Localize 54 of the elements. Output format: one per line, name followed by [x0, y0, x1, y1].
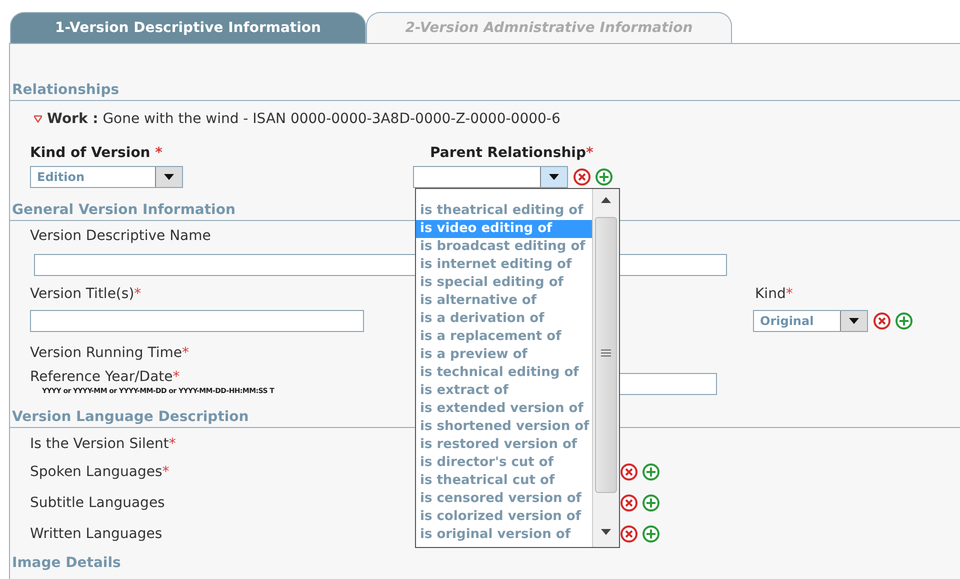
text-field[interactable]	[30, 310, 364, 332]
remove-icon[interactable]	[620, 525, 638, 543]
grip-icon	[601, 349, 611, 357]
tab[interactable]: 2-Version Admnistrative Information	[366, 12, 732, 43]
add-icon[interactable]	[642, 494, 660, 512]
scroll-down-icon[interactable]	[601, 529, 611, 535]
work-info: Work : Gone with the wind - ISAN 0000-0000-3A8D-0000-Z-0000-0000-6	[47, 111, 560, 127]
remove-icon[interactable]	[620, 463, 638, 481]
dropdown-option[interactable]: is broadcast editing of	[416, 238, 592, 256]
remove-icon[interactable]	[620, 494, 638, 512]
dropdown-option[interactable]: is a derivation of	[416, 310, 592, 328]
dropdown-option[interactable]: is technical editing of	[416, 364, 592, 382]
dropdown-option[interactable]: is theatrical editing of	[416, 202, 592, 220]
dropdown-option[interactable]: is extract of	[416, 382, 592, 400]
add-icon[interactable]	[642, 463, 660, 481]
caret-icon[interactable]	[163, 173, 175, 181]
field-label: Kind of Version *	[30, 145, 162, 161]
dropdown-option[interactable]: is original version of	[416, 526, 592, 544]
dropdown-option[interactable]: is restored version of	[416, 436, 592, 454]
dropdown-option[interactable]: is colorized version of	[416, 508, 592, 526]
field-label: Version Title(s)*	[30, 286, 142, 302]
scrollbar[interactable]	[592, 189, 619, 547]
field-label: Parent Relationship*	[430, 145, 594, 161]
dropdown-option[interactable]: is internet editing of	[416, 256, 592, 274]
section-heading: Relationships	[10, 80, 960, 101]
dropdown-option[interactable]: is a replacement of	[416, 328, 592, 346]
collapse-triangle-icon[interactable]	[34, 115, 42, 123]
field-label: Is the Version Silent*	[30, 436, 176, 452]
dropdown-option[interactable]: is director's cut of	[416, 454, 592, 472]
dropdown-option[interactable]: is censored version of	[416, 490, 592, 508]
dropdown-option[interactable]: is special editing of	[416, 274, 592, 292]
dropdown-option[interactable]: is theatrical cut of	[416, 472, 592, 490]
add-icon[interactable]	[595, 168, 613, 186]
section-heading: Image Details	[11, 554, 122, 573]
field-label: Reference Year/Date*	[30, 369, 180, 385]
caret-icon[interactable]	[848, 317, 860, 325]
scroll-up-icon[interactable]	[601, 197, 611, 203]
field-label: Spoken Languages*	[30, 464, 170, 480]
dropdown-option[interactable]: is a preview of	[416, 346, 592, 364]
add-icon[interactable]	[642, 525, 660, 543]
remove-icon[interactable]	[873, 312, 891, 330]
kind-dropdown[interactable]: Original	[753, 310, 868, 332]
dropdown-option[interactable]: is video editing of	[416, 220, 592, 238]
field-label: Kind*	[755, 286, 793, 302]
field-label: Written Languages	[30, 526, 162, 542]
caret-icon[interactable]	[548, 173, 560, 181]
field-label: Version Running Time*	[30, 345, 190, 361]
add-icon[interactable]	[895, 312, 913, 330]
field-label: Subtitle Languages	[30, 495, 165, 511]
dropdown-option[interactable]: is alternative of	[416, 292, 592, 310]
field-label: Version Descriptive Name	[30, 228, 211, 244]
remove-icon[interactable]	[573, 168, 591, 186]
tab[interactable]: 1-Version Descriptive Information	[10, 12, 366, 43]
version-kind-dropdown[interactable]: Edition	[30, 166, 183, 188]
